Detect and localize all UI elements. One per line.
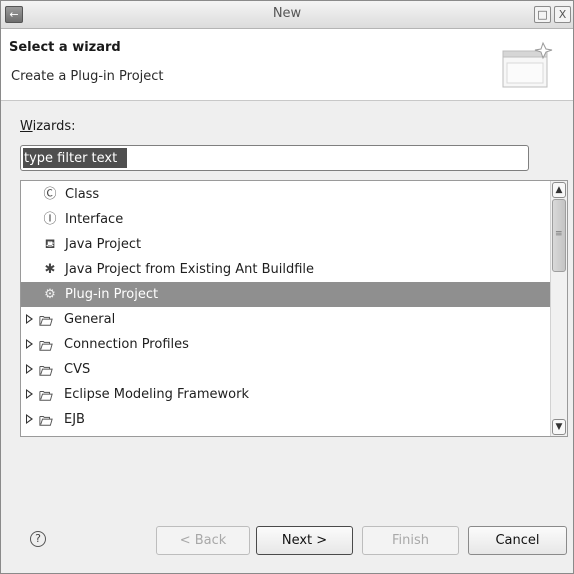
- scroll-thumb[interactable]: [552, 199, 566, 272]
- tree-item-label: EJB: [64, 412, 85, 427]
- folder-icon: [39, 341, 53, 351]
- tree-item-label: Java Project: [65, 237, 142, 252]
- tree-leaf-item[interactable]: ⚙ Plug-in Project: [21, 282, 550, 307]
- expand-triangle-icon[interactable]: [26, 414, 33, 424]
- folder-icon: [39, 416, 53, 426]
- wizards-label: Wizards:: [20, 119, 76, 134]
- tree-item-label: Interface: [65, 212, 124, 227]
- tree-folder-item[interactable]: Connection Profiles: [21, 332, 550, 357]
- maximize-button[interactable]: □: [534, 6, 551, 23]
- interface-icon: Ⓘ: [43, 212, 57, 227]
- tree-item-label: Class: [65, 187, 100, 202]
- wizard-header: Select a wizard Create a Plug-in Project: [1, 29, 573, 101]
- wizard-banner-icon: [502, 41, 553, 88]
- tree-leaf-item[interactable]: ⛾ Java Project: [21, 232, 550, 257]
- tree-item-label: Connection Profiles: [64, 337, 189, 352]
- ant-icon: ✱: [44, 262, 56, 277]
- expand-triangle-icon[interactable]: [26, 389, 33, 399]
- tree-folder-item[interactable]: Eclipse Modeling Framework: [21, 382, 550, 407]
- plugin-project-icon: ⚙: [44, 287, 56, 302]
- title-bar[interactable]: ← New □ X: [1, 1, 573, 29]
- wizard-tree[interactable]: Ⓒ Class Ⓘ Interface ⛾ Java Project ✱ Java Proje…: [20, 180, 568, 437]
- tree-item-label: Plug-in Project: [65, 287, 159, 302]
- class-icon: Ⓒ: [43, 187, 57, 202]
- tree-item-label: Java Project from Existing Ant Buildfile: [65, 262, 315, 277]
- cancel-button[interactable]: Cancel: [468, 526, 567, 555]
- folder-icon: [39, 391, 53, 401]
- expand-triangle-icon[interactable]: [26, 339, 33, 349]
- wizards-label-text: izards:: [32, 119, 76, 134]
- window-title: New: [272, 6, 302, 21]
- tree-item-label: CVS: [64, 362, 91, 377]
- finish-button[interactable]: Finish: [362, 526, 459, 555]
- tree-item-label: General: [64, 312, 116, 327]
- header-title: Select a wizard: [9, 40, 121, 55]
- filter-input[interactable]: [23, 148, 127, 168]
- filter-field[interactable]: [20, 145, 529, 171]
- vertical-scrollbar[interactable]: ▲ ▼: [550, 181, 567, 436]
- help-icon[interactable]: ?: [30, 531, 46, 547]
- header-description: Create a Plug-in Project: [11, 69, 164, 84]
- folder-icon: [39, 316, 53, 326]
- folder-icon: [39, 366, 53, 376]
- back-button[interactable]: < Back: [156, 526, 250, 555]
- java-project-icon: ⛾: [44, 237, 56, 252]
- tree-leaf-item[interactable]: Ⓘ Interface: [21, 207, 550, 232]
- close-button[interactable]: X: [554, 6, 571, 23]
- tree-item-label: Eclipse Modeling Framework: [64, 387, 249, 402]
- wizard-tree-rows: Ⓒ Class Ⓘ Interface ⛾ Java Project ✱ Java Proje…: [21, 182, 550, 432]
- scroll-down-button[interactable]: ▼: [552, 419, 566, 435]
- tree-folder-item[interactable]: EJB: [21, 407, 550, 432]
- expand-triangle-icon[interactable]: [26, 314, 33, 324]
- tree-leaf-item[interactable]: Ⓒ Class: [21, 182, 550, 207]
- scroll-up-button[interactable]: ▲: [552, 182, 566, 198]
- tree-leaf-item[interactable]: ✱ Java Project from Existing Ant Buildfil…: [21, 257, 550, 282]
- next-button[interactable]: Next >: [256, 526, 353, 555]
- new-wizard-dialog: ← New □ X Select a wizard Create a Plug-…: [0, 0, 574, 574]
- wizards-label-mnemonic: W: [20, 119, 33, 134]
- expand-triangle-icon[interactable]: [26, 364, 33, 374]
- tree-folder-item[interactable]: CVS: [21, 357, 550, 382]
- tree-folder-item[interactable]: General: [21, 307, 550, 332]
